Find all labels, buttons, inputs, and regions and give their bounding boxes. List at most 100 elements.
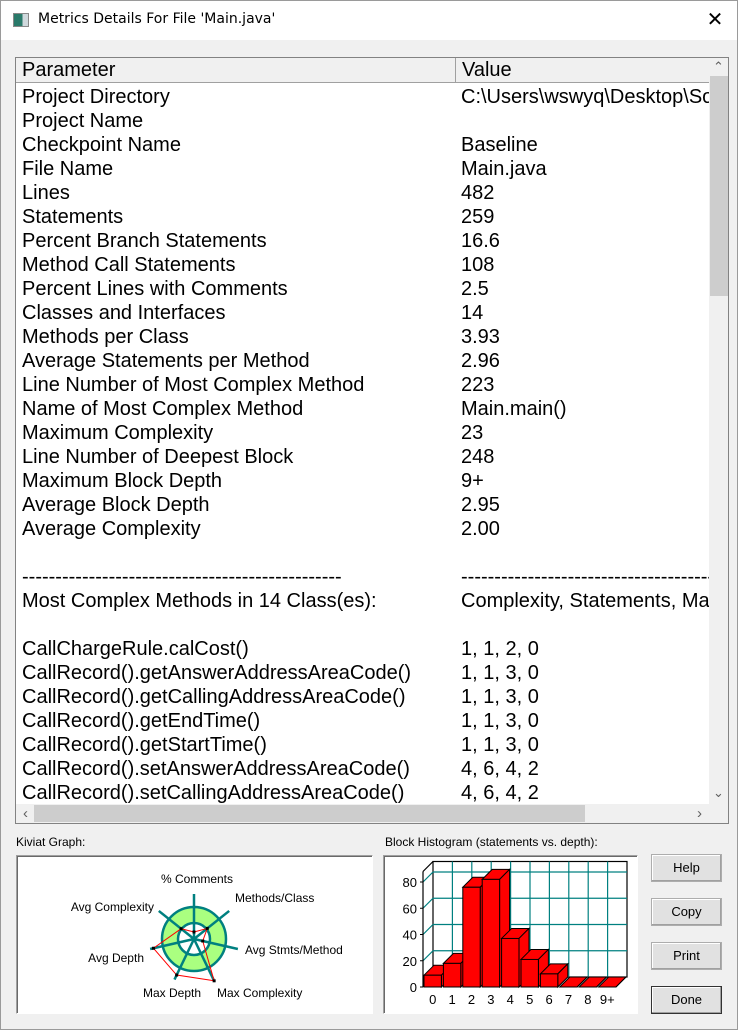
column-header-value[interactable]: Value: [456, 58, 709, 82]
scroll-corner: [709, 804, 728, 823]
parameter-cell: CallChargeRule.calCost(): [22, 638, 249, 660]
y-tick-label: 80: [403, 875, 417, 890]
table-row[interactable]: Maximum Complexity 23: [16, 421, 709, 445]
parameter-cell: CallRecord().setAnswerAddressAreaCode(): [22, 758, 410, 780]
close-button[interactable]: ✕: [692, 0, 738, 40]
vertical-scrollbar[interactable]: ⌃ ⌄: [709, 58, 728, 804]
x-tick-label: 7: [565, 992, 572, 1007]
value-cell: 248: [461, 446, 495, 468]
kiviat-point: [212, 979, 216, 983]
table-row[interactable]: Line Number of Deepest Block 248: [16, 445, 709, 469]
copy-button[interactable]: Copy: [651, 898, 722, 926]
parameter-cell: Percent Lines with Comments: [22, 278, 288, 300]
table-row[interactable]: File Name Main.java: [16, 157, 709, 181]
table-row[interactable]: ----------------------------------------…: [16, 565, 709, 589]
block-histogram: 0 20 40 60 80 0 1 2 3 4 5 6 7 8 9+: [383, 855, 638, 1014]
value-cell: 4, 6, 4, 2: [461, 758, 539, 780]
scroll-up-icon[interactable]: ⌃: [709, 59, 728, 75]
table-row[interactable]: Percent Branch Statements 16.6: [16, 229, 709, 253]
table-row[interactable]: Statements 259: [16, 205, 709, 229]
x-tick-label: 0: [429, 992, 436, 1007]
value-cell: 223: [461, 374, 495, 396]
title-bar: Metrics Details For File 'Main.java' ✕: [0, 0, 738, 40]
horizontal-scrollbar[interactable]: ‹ ›: [16, 804, 709, 823]
parameter-cell: Method Call Statements: [22, 254, 236, 276]
bar: [539, 973, 559, 988]
table-row[interactable]: Name of Most Complex Method Main.main(): [16, 397, 709, 421]
bar: [462, 886, 481, 988]
x-tick-label: 6: [545, 992, 552, 1007]
column-header-parameter[interactable]: Parameter: [16, 58, 456, 82]
table-row[interactable]: Classes and Interfaces 14: [16, 301, 709, 325]
table-row[interactable]: Average Statements per Method 2.96: [16, 349, 709, 373]
value-cell: 2.5: [461, 278, 489, 300]
table-row[interactable]: Percent Lines with Comments 2.5: [16, 277, 709, 301]
vertical-scroll-thumb[interactable]: [710, 76, 728, 296]
kiviat-axis-label: Max Complexity: [217, 986, 302, 1000]
table-row[interactable]: Checkpoint Name Baseline: [16, 133, 709, 157]
y-tick-label: 60: [403, 901, 417, 916]
value-cell: 1, 1, 3, 0: [461, 686, 539, 708]
bar: [481, 878, 501, 988]
value-cell: 1, 1, 3, 0: [461, 710, 539, 732]
table-row[interactable]: [16, 541, 709, 565]
help-button[interactable]: Help: [651, 854, 722, 882]
app-icon: [13, 13, 29, 27]
table-header: Parameter Value: [16, 58, 709, 83]
table-row[interactable]: Average Block Depth 2.95: [16, 493, 709, 517]
print-button[interactable]: Print: [651, 942, 722, 970]
parameter-cell: CallRecord().setCallingAddressAreaCode(): [22, 782, 405, 804]
value-cell: 482: [461, 182, 495, 204]
parameter-cell: Average Complexity: [22, 518, 201, 540]
x-tick-label: 3: [487, 992, 494, 1007]
parameter-cell: Line Number of Most Complex Method: [22, 374, 365, 396]
parameter-cell: Percent Branch Statements: [22, 230, 267, 252]
table-row[interactable]: CallRecord().getCallingAddressAreaCode()…: [16, 685, 709, 709]
table-row[interactable]: Method Call Statements 108: [16, 253, 709, 277]
table-row[interactable]: CallRecord().setCallingAddressAreaCode()…: [16, 781, 709, 805]
value-cell: Complexity, Statements, Max: [461, 590, 709, 612]
value-cell: 9+: [461, 470, 484, 492]
value-cell: 108: [461, 254, 495, 276]
done-button[interactable]: Done: [651, 986, 722, 1014]
parameter-cell: Checkpoint Name: [22, 134, 181, 156]
parameter-cell: Project Name: [22, 110, 144, 132]
parameter-cell: Methods per Class: [22, 326, 189, 348]
x-tick-label: 2: [468, 992, 475, 1007]
kiviat-point: [192, 930, 196, 934]
x-tick-label: 1: [448, 992, 455, 1007]
table-row[interactable]: Methods per Class 3.93: [16, 325, 709, 349]
table-row[interactable]: Project Directory C:\Users\wswyq\Desktop\…: [16, 85, 709, 109]
table-row[interactable]: Average Complexity 2.00: [16, 517, 709, 541]
table-row[interactable]: CallRecord().getAnswerAddressAreaCode() 1…: [16, 661, 709, 685]
kiviat-point: [175, 973, 179, 977]
table-row[interactable]: Lines 482: [16, 181, 709, 205]
y-tick-label: 20: [403, 954, 417, 969]
table-body: Project Directory C:\Users\wswyq\Desktop\…: [16, 85, 709, 805]
x-tick-label: 9+: [600, 992, 615, 1007]
value-cell: ----------------------------------------…: [461, 566, 709, 588]
table-row[interactable]: CallRecord().getStartTime() 1, 1, 3, 0: [16, 733, 709, 757]
value-cell: Main.main(): [461, 398, 567, 420]
table-row[interactable]: Line Number of Most Complex Method 223: [16, 373, 709, 397]
value-cell: 2.96: [461, 350, 500, 372]
table-row[interactable]: CallRecord().setAnswerAddressAreaCode() 4…: [16, 757, 709, 781]
kiviat-svg: % CommentsMethods/Class Avg Stmts/Method M…: [71, 872, 343, 1000]
grid-line: [422, 871, 434, 883]
table-row[interactable]: CallChargeRule.calCost() 1, 1, 2, 0: [16, 637, 709, 661]
table-row[interactable]: [16, 613, 709, 637]
horizontal-scroll-thumb[interactable]: [34, 805, 585, 822]
kiviat-axis-label: Max Depth: [143, 986, 201, 1000]
table-row[interactable]: Project Name: [16, 109, 709, 133]
table-row[interactable]: Most Complex Methods in 14 Class(es): Com…: [16, 589, 709, 613]
scroll-left-icon[interactable]: ‹: [16, 805, 35, 822]
scroll-down-icon[interactable]: ⌄: [709, 785, 728, 801]
y-tick-label: 40: [403, 928, 417, 943]
parameter-cell: Lines: [22, 182, 70, 204]
table-row[interactable]: Maximum Block Depth 9+: [16, 469, 709, 493]
kiviat-axis-label: Avg Complexity: [71, 900, 154, 914]
scroll-right-icon[interactable]: ›: [690, 805, 709, 822]
kiviat-label: Kiviat Graph:: [16, 835, 86, 849]
table-row[interactable]: CallRecord().getEndTime() 1, 1, 3, 0: [16, 709, 709, 733]
x-tick-label: 4: [507, 992, 514, 1007]
